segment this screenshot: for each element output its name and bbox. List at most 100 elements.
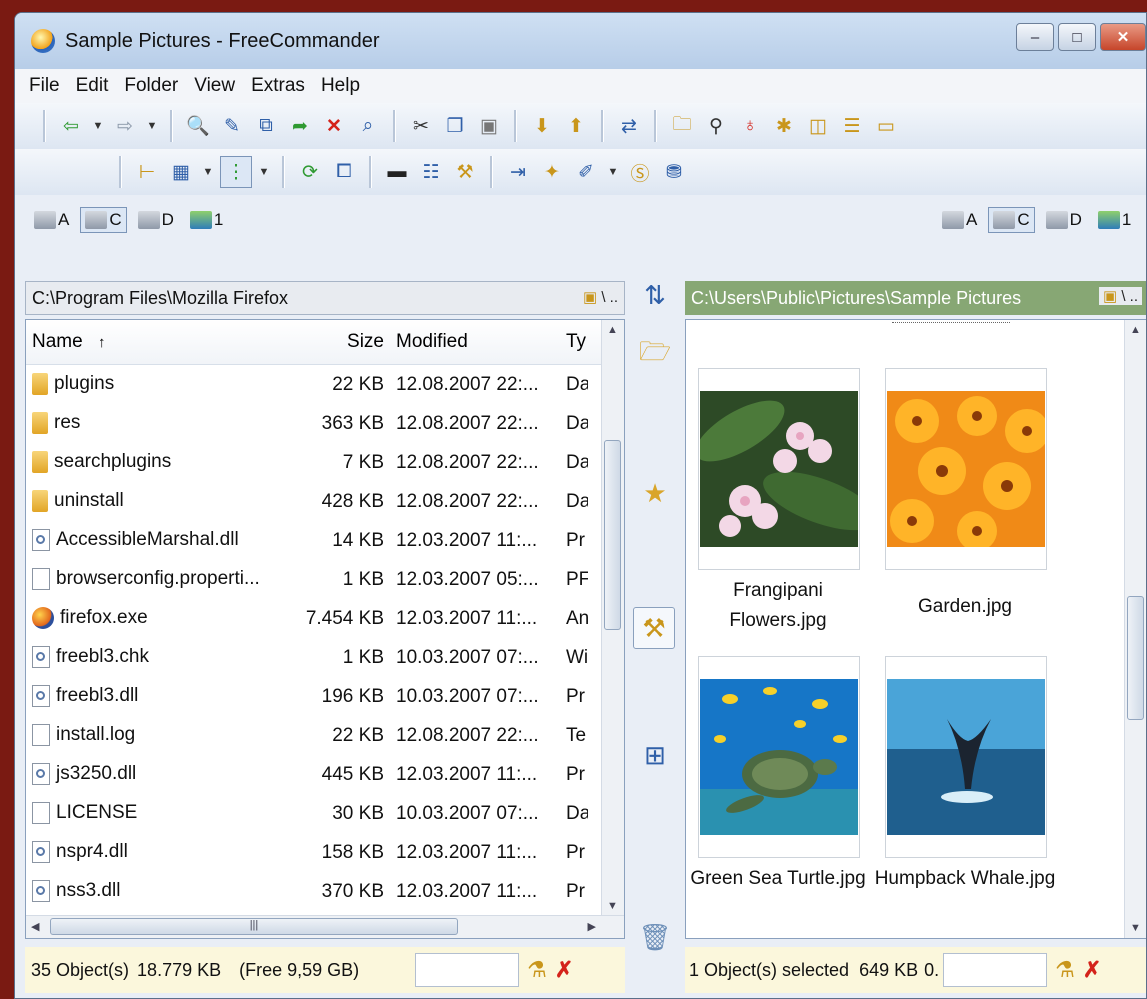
file-row[interactable]: firefox.exe 7.454 KB 12.03.2007 11:... A… <box>26 599 624 638</box>
back-arrow-icon[interactable]: ⇦ <box>56 111 86 141</box>
left-scroll-thumb[interactable] <box>604 440 621 630</box>
file-row[interactable]: res 363 KB 12.08.2007 22:... Da <box>26 404 624 443</box>
left-path-bar[interactable]: C:\Program Files\Mozilla Firefox ▣ \ .. <box>25 281 625 315</box>
right-quick-filter-input[interactable] <box>943 953 1048 987</box>
right-scroll-thumb[interactable] <box>1127 596 1144 720</box>
recycle-bin-icon[interactable]: 🗑 <box>635 917 675 957</box>
compare-icon[interactable]: ⇄ <box>614 111 644 141</box>
unpack-icon[interactable]: ⬆ <box>561 111 591 141</box>
scroll-down-icon[interactable]: ▼ <box>1130 922 1141 934</box>
clipboard-icon[interactable]: ▭ <box>871 111 901 141</box>
right-path-tools[interactable]: ▣ \ .. <box>1098 287 1142 305</box>
left-drive-d[interactable]: D <box>133 207 179 233</box>
right-drive-a[interactable]: A <box>937 207 982 233</box>
file-row[interactable]: LICENSE 30 KB 10.03.2007 07:... Da <box>26 794 624 833</box>
view-file-icon[interactable]: 🔍 <box>183 111 213 141</box>
column-type[interactable]: Ty <box>560 331 588 353</box>
menu-view[interactable]: View <box>186 75 243 97</box>
swap-panels-icon[interactable]: ⇅ <box>635 275 675 315</box>
file-row[interactable]: freebl3.chk 1 KB 10.03.2007 07:... Wi <box>26 638 624 677</box>
delete-icon[interactable]: ✕ <box>319 111 349 141</box>
back-dropdown-icon[interactable]: ▼ <box>90 111 106 141</box>
binoculars-icon[interactable]: ⚲ <box>701 111 731 141</box>
right-path-bar[interactable]: C:\Users\Public\Pictures\Sample Pictures… <box>685 281 1146 315</box>
favorites-pin-icon[interactable]: ♁ <box>735 111 765 141</box>
move-files-icon[interactable]: ➦ <box>285 111 315 141</box>
left-horizontal-scrollbar[interactable]: ◀ ||| ▶ <box>26 915 624 938</box>
refresh-icon[interactable]: ⟳ <box>295 157 325 187</box>
script-icon[interactable]: Ⓢ <box>625 157 655 187</box>
scroll-right-icon[interactable]: ▶ <box>588 920 596 933</box>
thumbnail-garden[interactable] <box>885 368 1047 570</box>
new-folder-icon[interactable]: 🗀 <box>667 111 697 141</box>
menu-edit[interactable]: Edit <box>68 75 117 97</box>
menu-file[interactable]: File <box>21 75 68 97</box>
right-drive-c[interactable]: C <box>988 207 1035 233</box>
left-drive-1[interactable]: 1 <box>185 207 228 233</box>
notes-icon[interactable]: ☰ <box>837 111 867 141</box>
scroll-left-icon[interactable]: ◀ <box>31 920 39 933</box>
copy-files-icon[interactable]: ⧉ <box>251 111 281 141</box>
thumbnail-humpback-whale[interactable] <box>885 656 1047 858</box>
view-mode-dropdown-icon[interactable]: ▼ <box>200 157 216 187</box>
file-row[interactable]: nspr4.dll 158 KB 12.03.2007 11:... Pr <box>26 833 624 872</box>
left-drive-c[interactable]: C <box>80 207 127 233</box>
thumbnail-green-sea-turtle[interactable] <box>698 656 860 858</box>
network-icon[interactable]: ⛃ <box>659 157 689 187</box>
scroll-up-icon[interactable]: ▲ <box>607 324 618 336</box>
cut-icon[interactable]: ✂ <box>406 111 436 141</box>
maximize-button[interactable]: □ <box>1058 23 1096 51</box>
filter-icon[interactable]: ⚗ <box>527 957 547 983</box>
left-drive-a[interactable]: A <box>29 207 74 233</box>
tools-icon[interactable]: ⚒ <box>450 157 480 187</box>
right-drive-d[interactable]: D <box>1041 207 1087 233</box>
filter-icon[interactable]: ⚗ <box>1055 957 1075 983</box>
wizard-icon[interactable]: ✦ <box>537 157 567 187</box>
close-button[interactable]: ✕ <box>1100 23 1146 51</box>
scroll-down-icon[interactable]: ▼ <box>607 900 618 912</box>
right-drive-1[interactable]: 1 <box>1093 207 1136 233</box>
minimize-button[interactable]: – <box>1016 23 1054 51</box>
edit-file-icon[interactable]: ✎ <box>217 111 247 141</box>
right-vertical-scrollbar[interactable]: ▲ ▼ <box>1124 320 1146 938</box>
column-name[interactable]: Name ↑ <box>26 331 280 353</box>
forward-dropdown-icon[interactable]: ▼ <box>144 111 160 141</box>
column-modified[interactable]: Modified <box>390 331 560 353</box>
left-path-tools[interactable]: ▣ \ .. <box>583 288 618 306</box>
file-row[interactable]: freebl3.dll 196 KB 10.03.2007 07:... Pr <box>26 677 624 716</box>
properties-icon[interactable]: ☷ <box>416 157 446 187</box>
file-row[interactable]: AccessibleMarshal.dll 14 KB 12.03.2007 1… <box>26 521 624 560</box>
layout-toggle-icon[interactable]: ⋮ <box>220 156 252 188</box>
edit-list-icon[interactable]: ✐ <box>571 157 601 187</box>
left-file-panel[interactable]: Name ↑ Size Modified Ty plugins 22 KB 12… <box>25 319 625 939</box>
clear-filter-icon[interactable]: ✗ <box>1083 957 1101 983</box>
find-icon[interactable]: ⌕ <box>353 111 383 141</box>
column-size[interactable]: Size <box>280 331 390 353</box>
tools-wizard-icon[interactable]: ⚒ <box>633 607 675 649</box>
layout-dropdown-icon[interactable]: ▼ <box>256 157 272 187</box>
file-row[interactable]: browserconfig.properti... 1 KB 12.03.200… <box>26 560 624 599</box>
menu-help[interactable]: Help <box>313 75 368 97</box>
file-row[interactable]: plugins 22 KB 12.08.2007 22:... Da <box>26 365 624 404</box>
menu-folder[interactable]: Folder <box>116 75 186 97</box>
copy-icon[interactable]: ❐ <box>440 111 470 141</box>
file-row[interactable]: js3250.dll 445 KB 12.03.2007 11:... Pr <box>26 755 624 794</box>
scroll-up-icon[interactable]: ▲ <box>1130 324 1141 336</box>
menu-extras[interactable]: Extras <box>243 75 313 97</box>
edit-list-dropdown-icon[interactable]: ▼ <box>605 157 621 187</box>
thumbnail-frangipani-flowers[interactable] <box>698 368 860 570</box>
right-thumbnail-panel[interactable]: Frangipani Flowers.jpg Garden.jpg Green … <box>685 319 1146 939</box>
clear-filter-icon[interactable]: ✗ <box>555 957 573 983</box>
freecommander-app-icon[interactable] <box>31 29 55 53</box>
copy-to-other-panel-icon[interactable]: ⊞ <box>635 735 675 775</box>
favorite-folder-icon[interactable]: ★ <box>635 473 675 513</box>
file-row[interactable]: nss3.dll 370 KB 12.03.2007 11:... Pr <box>26 872 624 911</box>
file-row[interactable]: uninstall 428 KB 12.08.2007 22:... Da <box>26 482 624 521</box>
left-quick-filter-input[interactable] <box>415 953 520 987</box>
kb-icon[interactable]: ◫ <box>803 111 833 141</box>
file-row[interactable]: install.log 22 KB 12.08.2007 22:... Te <box>26 716 624 755</box>
command-prompt-icon[interactable]: ▬ <box>382 157 412 187</box>
open-folder-icon[interactable]: 🗁 <box>635 335 675 375</box>
paste-icon[interactable]: ▣ <box>474 111 504 141</box>
file-row[interactable]: searchplugins 7 KB 12.08.2007 22:... Da <box>26 443 624 482</box>
